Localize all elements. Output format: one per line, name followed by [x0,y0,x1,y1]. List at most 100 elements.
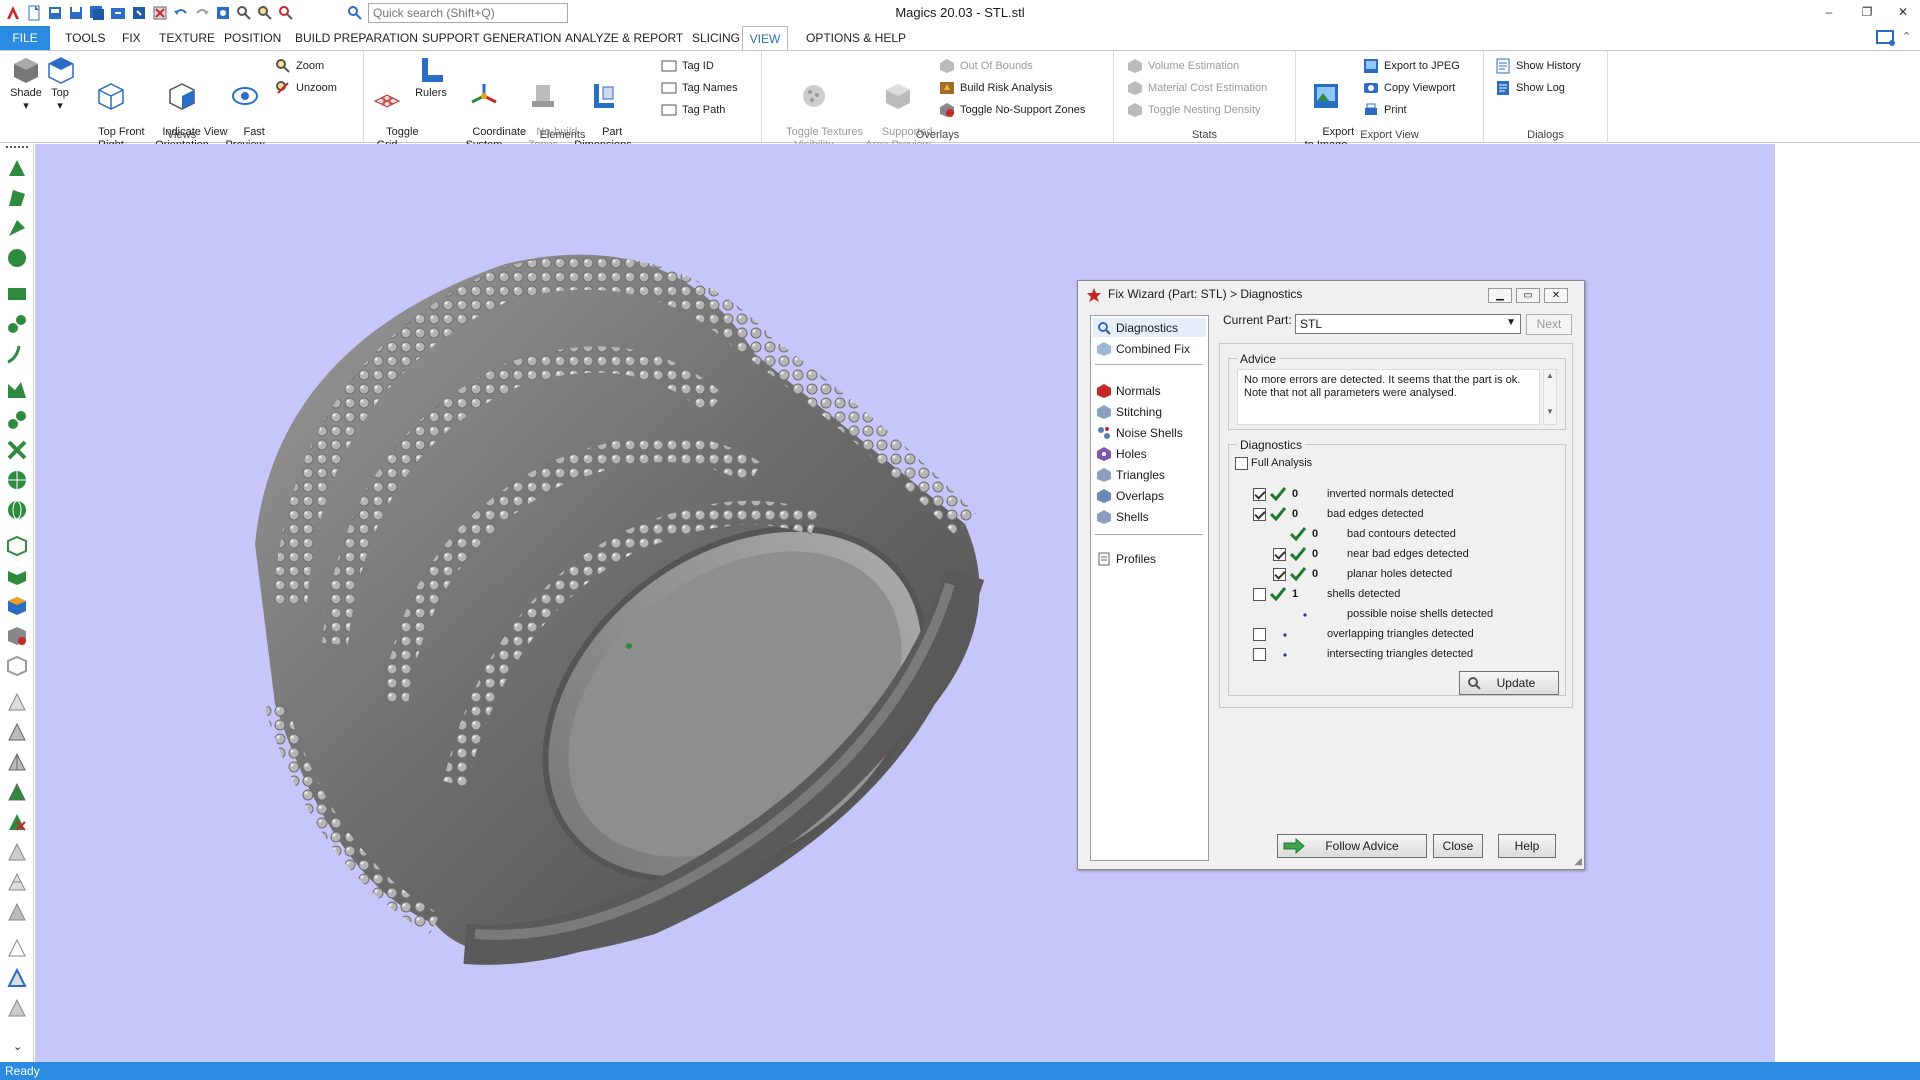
diagnostic-checkbox[interactable] [1253,508,1266,521]
follow-advice-button[interactable]: Follow Advice [1277,834,1427,858]
select-connected-icon[interactable] [5,312,29,336]
close-button[interactable]: Close [1433,834,1483,858]
build-risk-analysis-button[interactable]: Build Risk Analysis [938,79,1052,97]
tab-texture[interactable]: TEXTURE [159,30,215,50]
tab-support-generation[interactable]: SUPPORT GENERATION [422,30,561,50]
select-sphere-icon[interactable] [5,468,29,492]
tab-view[interactable]: VIEW [742,26,788,51]
tab-slicing[interactable]: SLICING [692,30,740,50]
diagnostic-checkbox[interactable] [1253,588,1266,601]
zoom-button[interactable]: Zoom [274,57,324,75]
dialog-close-button[interactable]: ✕ [1544,288,1568,303]
diagnostic-checkbox[interactable] [1253,488,1266,501]
help-button[interactable]: Help [1498,834,1556,858]
top-view-button[interactable]: Top ▾ [46,55,74,113]
tab-options-help[interactable]: OPTIONS & HELP [806,30,906,50]
cube-outline-icon[interactable] [5,654,29,678]
nav-diagnostics[interactable]: Diagnostics [1096,318,1178,337]
collapse-ribbon-icon[interactable]: ⌃ [1902,30,1911,43]
diagnostic-checkbox[interactable] [1253,628,1266,641]
dialog-minimize-button[interactable]: ▁ [1488,288,1512,303]
toggle-nesting-density-button[interactable]: Toggle Nesting Density [1126,101,1261,119]
views-group-label: Views [166,129,197,141]
select-mesh-icon[interactable] [5,378,29,402]
tab-fix[interactable]: FIX [122,30,141,50]
tab-analyze-report[interactable]: ANALYZE & REPORT [565,30,683,50]
material-cost-estimation-button[interactable]: Material Cost Estimation [1126,79,1267,97]
triangle-blue-icon[interactable] [5,966,29,990]
full-analysis-checkbox[interactable]: Full Analysis [1235,454,1312,472]
unzoom-button[interactable]: Unzoom [274,79,337,97]
ribbon-tabs: TOOLS FIX TEXTURE POSITION BUILD PREPARA… [0,26,1920,50]
show-log-button[interactable]: Show Log [1494,79,1565,97]
toggle-no-support-zones-button[interactable]: Toggle No-Support Zones [938,101,1085,119]
log-icon [1497,81,1509,95]
copy-viewport-button[interactable]: Copy Viewport [1362,79,1455,97]
resize-grip[interactable]: ◢ [1574,856,1582,867]
out-of-bounds-button[interactable]: Out Of Bounds [938,57,1033,75]
show-history-button[interactable]: Show History [1494,57,1581,75]
nav-normals[interactable]: Normals [1096,381,1161,400]
iso-view-icon [98,83,124,110]
update-button[interactable]: Update [1459,671,1559,695]
current-part-select[interactable]: STL ▼ [1295,314,1521,334]
cube-select-icon[interactable] [5,534,29,558]
select-triangle-icon[interactable] [5,156,29,180]
nav-profiles[interactable]: Profiles [1096,549,1156,568]
nav-noise-shells[interactable]: Noise Shells [1096,423,1183,442]
tab-file[interactable]: FILE [0,26,50,50]
diagnostic-checkbox[interactable] [1273,568,1286,581]
rulers-button[interactable]: Rulers [414,55,448,100]
triangle-edit-icon[interactable] [5,720,29,744]
triangle-white-icon[interactable] [5,936,29,960]
nav-combined-fix[interactable]: Combined Fix [1096,339,1190,358]
toolbar-more-icon[interactable]: ⌄ [13,1040,22,1053]
next-button[interactable]: Next [1526,314,1572,335]
dialog-maximize-button[interactable]: ▭ [1516,288,1540,303]
select-cross-icon[interactable] [5,438,29,462]
toolbar-grip[interactable] [6,146,28,148]
advice-scrollbar[interactable]: ▲ ▼ [1543,369,1557,425]
checkbox[interactable] [1235,456,1248,470]
triangle-mark-icon[interactable] [5,780,29,804]
triangle-invert-icon[interactable] [5,900,29,924]
tab-build-preparation[interactable]: BUILD PREPARATION [295,30,418,50]
close-window-button[interactable]: ✕ [1890,2,1916,22]
diagnostics-title: Diagnostics [1237,438,1306,452]
triangle-grey-icon[interactable] [5,996,29,1020]
select-globe-icon[interactable] [5,498,29,522]
volume-estimation-button[interactable]: Volume Estimation [1126,57,1239,75]
select-wave-icon[interactable] [5,408,29,432]
minimize-button[interactable]: – [1816,2,1842,22]
diagnostic-checkbox[interactable] [1253,648,1266,661]
triangle-outline-icon[interactable] [5,690,29,714]
tag-id-button[interactable]: Tag ID [660,57,714,75]
tab-position[interactable]: POSITION [224,30,281,50]
select-curve-icon[interactable] [5,342,29,366]
select-plane-icon[interactable] [5,186,29,210]
triangle-delete-icon[interactable] [5,810,29,834]
cube-top-icon[interactable] [5,564,29,588]
print-button[interactable]: Print [1362,101,1407,119]
nav-holes[interactable]: Holes [1096,444,1147,463]
nav-triangles[interactable]: Triangles [1096,465,1165,484]
cube-color-icon[interactable] [5,594,29,618]
triangle-grid-icon[interactable] [5,870,29,894]
cube-delete-icon[interactable] [5,624,29,648]
restore-button[interactable]: ❐ [1854,2,1880,22]
triangle-fill-icon[interactable] [5,840,29,864]
shade-button[interactable]: Shade ▾ [6,55,46,113]
tag-path-button[interactable]: Tag Path [660,101,725,119]
nav-stitching[interactable]: Stitching [1096,402,1162,421]
nav-overlaps[interactable]: Overlaps [1096,486,1164,505]
export-to-jpeg-button[interactable]: Export to JPEG [1362,57,1460,75]
layout-icon[interactable] [1875,28,1897,48]
tab-tools[interactable]: TOOLS [65,30,105,50]
select-surface-icon[interactable] [5,216,29,240]
nav-shells[interactable]: Shells [1096,507,1149,526]
select-box-icon[interactable] [5,282,29,306]
diagnostic-checkbox[interactable] [1273,548,1286,561]
select-shell-icon[interactable] [5,246,29,270]
tag-names-button[interactable]: Tag Names [660,79,738,97]
triangle-split-icon[interactable] [5,750,29,774]
